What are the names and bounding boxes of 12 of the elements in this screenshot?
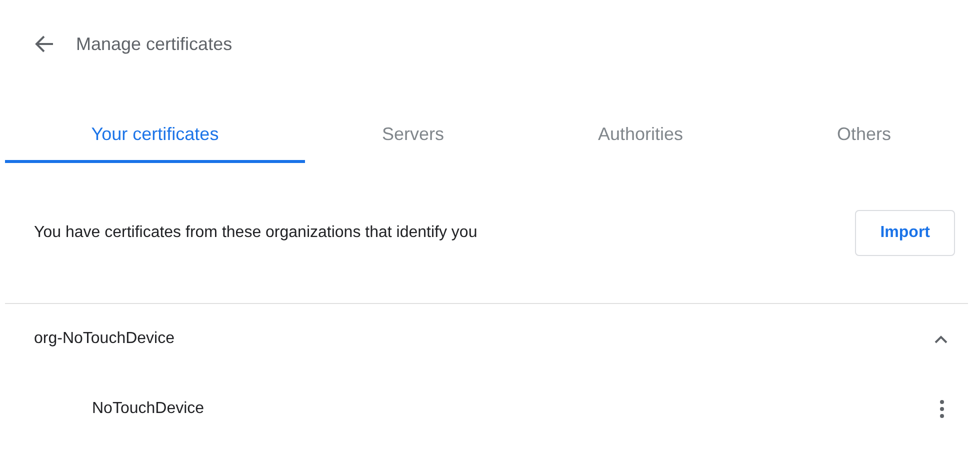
tab[interactable]: Your certificates [5, 108, 305, 163]
tab[interactable]: Authorities [520, 108, 760, 163]
tab[interactable]: Servers [305, 108, 521, 163]
certificate-name: NoTouchDevice [92, 400, 204, 418]
back-arrow-icon[interactable] [34, 35, 54, 53]
chevron-up-icon[interactable] [934, 334, 948, 344]
page-title: Manage certificates [76, 34, 232, 54]
import-button[interactable]: Import [855, 210, 955, 256]
description-text: You have certificates from these organizations that identify you [34, 224, 478, 242]
more-options-icon[interactable] [940, 400, 944, 418]
tab[interactable]: Others [760, 108, 968, 163]
organization-name[interactable]: org-NoTouchDevice [34, 330, 175, 348]
